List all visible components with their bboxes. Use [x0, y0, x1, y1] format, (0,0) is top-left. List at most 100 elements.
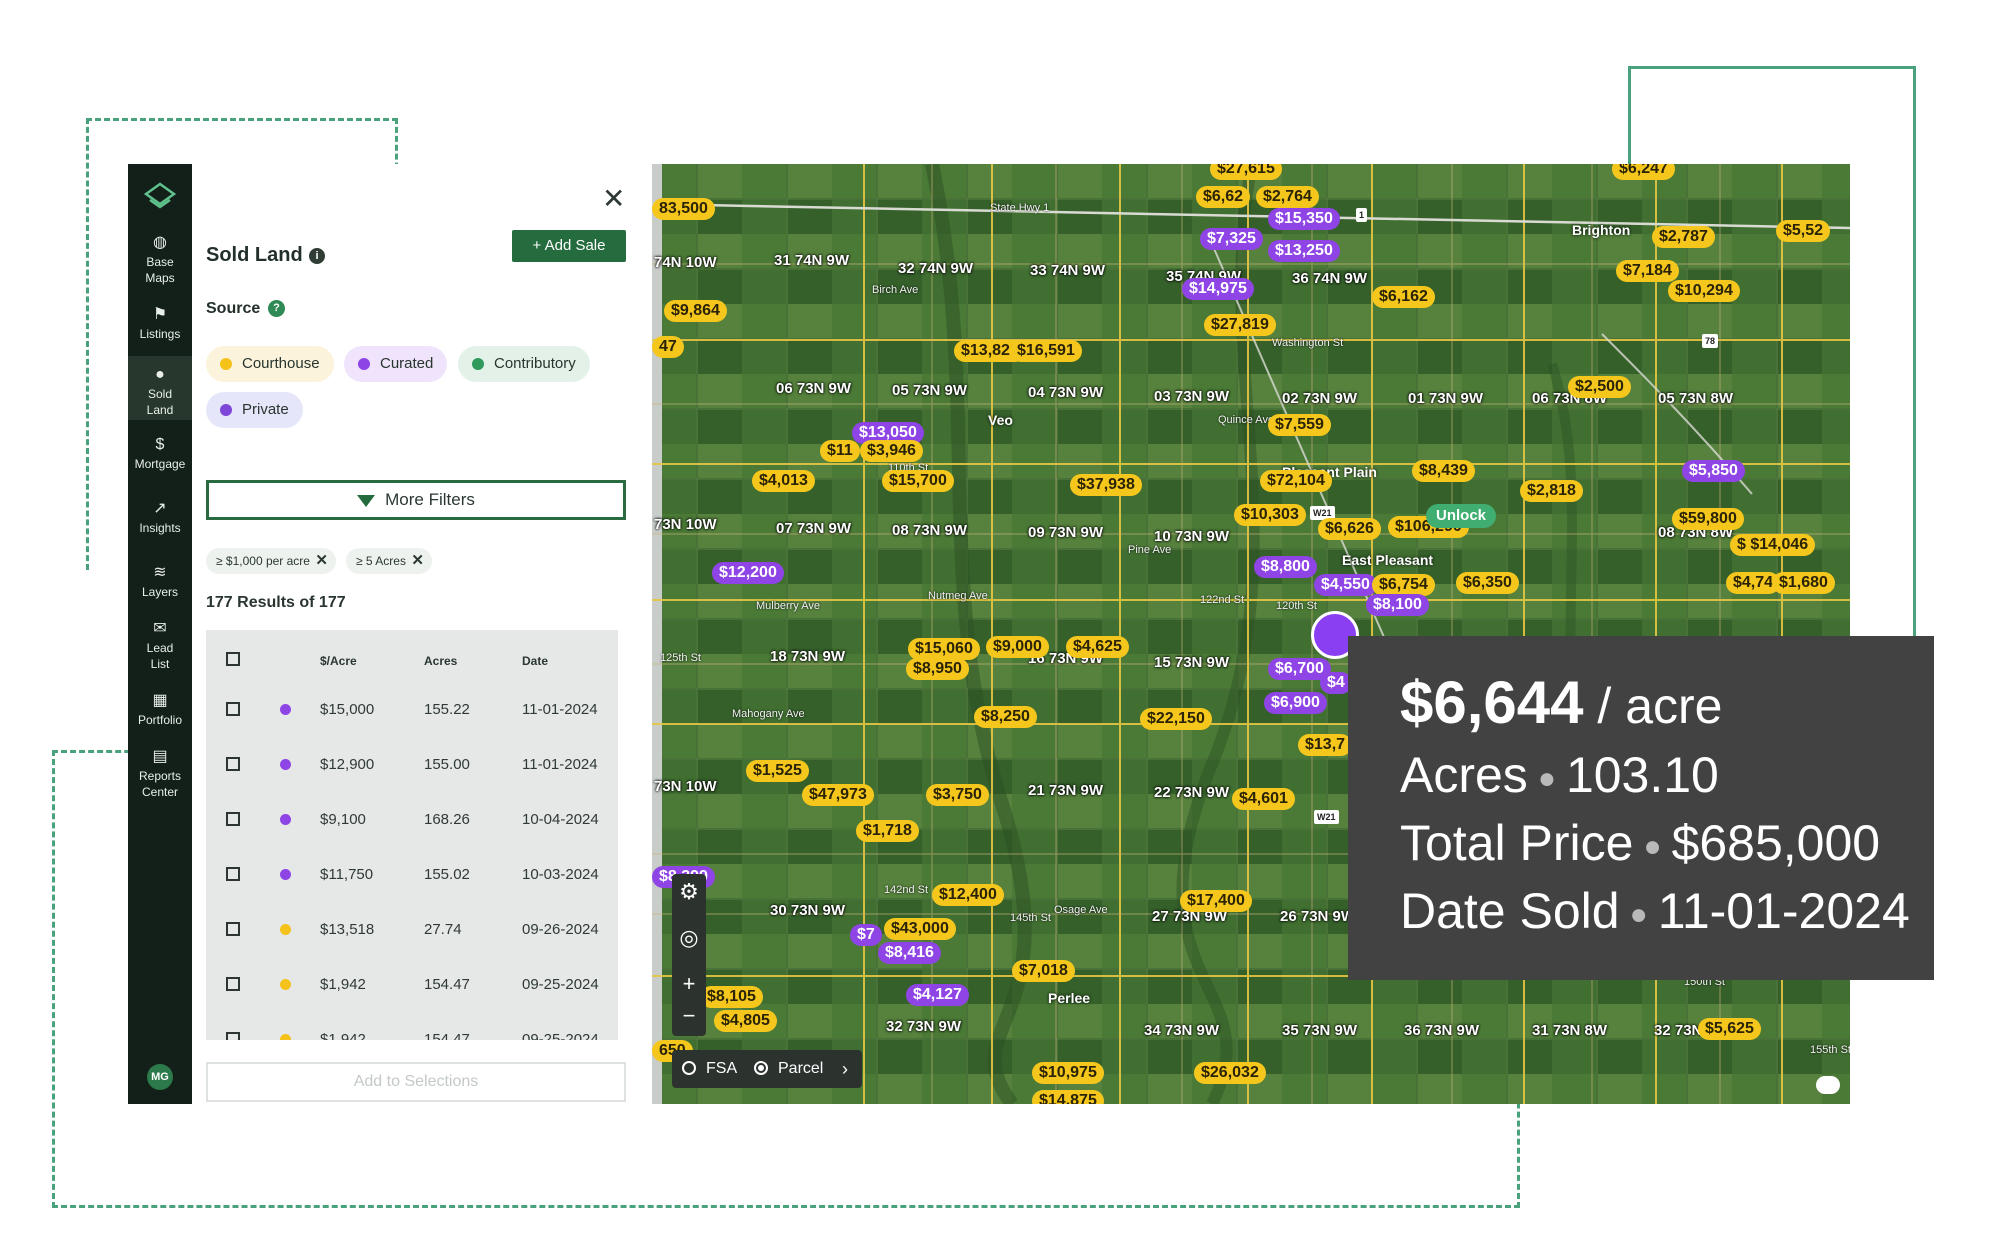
- sale-price-marker[interactable]: $8,416: [878, 942, 941, 964]
- source-chip-courthouse[interactable]: Courthouse: [206, 346, 334, 382]
- table-row[interactable]: $15,000 155.22 11-01-2024: [206, 702, 618, 757]
- chat-icon[interactable]: [1816, 1076, 1840, 1094]
- sale-price-marker[interactable]: $3,946: [860, 440, 923, 462]
- sale-price-marker[interactable]: $6,162: [1372, 286, 1435, 308]
- sale-price-marker[interactable]: $6,626: [1318, 518, 1381, 540]
- sale-price-marker[interactable]: $14,975: [1182, 278, 1254, 300]
- sale-price-marker[interactable]: $12,400: [932, 884, 1004, 906]
- settings-icon[interactable]: ⚙: [672, 876, 706, 908]
- table-row[interactable]: $12,900 155.00 11-01-2024: [206, 757, 618, 812]
- sale-price-marker[interactable]: $27,615: [1210, 164, 1282, 180]
- sale-price-marker[interactable]: $4,601: [1232, 788, 1295, 810]
- more-filters-button[interactable]: More Filters: [206, 480, 626, 520]
- nav-item-sold-land[interactable]: ● Sold Land: [128, 356, 192, 420]
- sale-price-marker[interactable]: $72,104: [1260, 470, 1332, 492]
- sale-price-marker[interactable]: $5,625: [1698, 1018, 1761, 1040]
- sale-price-marker[interactable]: $47,973: [802, 784, 874, 806]
- table-row[interactable]: $9,100 168.26 10-04-2024: [206, 812, 618, 867]
- sale-price-marker[interactable]: $7,325: [1200, 228, 1263, 250]
- sale-price-marker[interactable]: $15,700: [882, 470, 954, 492]
- table-row[interactable]: $1,942 154.47 09-25-2024: [206, 1032, 618, 1040]
- nav-item-portfolio[interactable]: ▦ Portfolio: [128, 690, 192, 734]
- sale-price-marker[interactable]: $6,350: [1456, 572, 1519, 594]
- sale-price-marker[interactable]: $26,032: [1194, 1062, 1266, 1084]
- sale-price-marker[interactable]: $12,200: [712, 562, 784, 584]
- sale-price-marker[interactable]: $15,350: [1268, 208, 1340, 230]
- row-checkbox[interactable]: [226, 1032, 240, 1040]
- sale-price-marker[interactable]: $1,680: [1772, 572, 1835, 594]
- sale-price-marker[interactable]: $10,975: [1032, 1062, 1104, 1084]
- sale-price-marker[interactable]: $8,100: [1366, 594, 1429, 616]
- nav-item-mortgage[interactable]: $ Mortgage: [128, 434, 192, 478]
- table-row[interactable]: $13,518 27.74 09-26-2024: [206, 922, 618, 977]
- row-checkbox[interactable]: [226, 757, 240, 771]
- fsa-radio[interactable]: [682, 1061, 696, 1075]
- sale-price-marker[interactable]: $8,250: [974, 706, 1037, 728]
- sale-price-marker[interactable]: $10,303: [1234, 504, 1306, 526]
- sale-price-marker[interactable]: $ $14,046: [1730, 534, 1816, 556]
- row-checkbox[interactable]: [226, 702, 240, 716]
- sale-price-marker[interactable]: $22,150: [1140, 708, 1212, 730]
- chevron-right-icon[interactable]: ›: [842, 1050, 848, 1088]
- sale-price-marker[interactable]: $2,787: [1652, 226, 1715, 248]
- nav-item-insights[interactable]: ↗ Insights: [128, 498, 192, 542]
- sale-price-marker[interactable]: $37,938: [1070, 474, 1142, 496]
- sale-price-marker[interactable]: $15,060: [908, 638, 980, 660]
- sale-price-marker[interactable]: $6,900: [1264, 692, 1327, 714]
- sale-price-marker[interactable]: $8,105: [700, 986, 763, 1008]
- nav-item-layers[interactable]: ≋ Layers: [128, 562, 192, 606]
- sale-price-marker[interactable]: $11: [820, 440, 860, 462]
- sale-price-marker[interactable]: $7,018: [1012, 960, 1075, 982]
- sale-price-marker[interactable]: $17,400: [1180, 890, 1252, 912]
- zoom-out-button[interactable]: −: [672, 1000, 706, 1032]
- add-sale-button[interactable]: + Add Sale: [512, 230, 626, 262]
- unlock-badge[interactable]: Unlock: [1426, 504, 1497, 528]
- sale-price-marker[interactable]: $13,250: [1268, 240, 1340, 262]
- sale-price-marker[interactable]: $1,525: [746, 760, 809, 782]
- source-chip-private[interactable]: Private: [206, 392, 303, 428]
- remove-tag-icon[interactable]: ✕: [411, 548, 424, 574]
- sale-price-marker[interactable]: $4,550: [1314, 574, 1377, 596]
- avatar[interactable]: MG: [147, 1064, 173, 1090]
- nav-item-listings[interactable]: ⚑ Listings: [128, 304, 192, 346]
- sale-price-marker[interactable]: $2,818: [1520, 480, 1583, 502]
- sale-price-marker[interactable]: 47: [652, 336, 684, 358]
- column-header-acres[interactable]: Acres: [424, 654, 457, 668]
- table-row[interactable]: $1,942 154.47 09-25-2024: [206, 977, 618, 1032]
- row-checkbox[interactable]: [226, 867, 240, 881]
- sale-price-marker[interactable]: $4,127: [906, 984, 969, 1006]
- info-icon[interactable]: i: [309, 248, 325, 264]
- column-header-date[interactable]: Date: [522, 654, 548, 668]
- remove-tag-icon[interactable]: ✕: [315, 548, 328, 574]
- column-header-price[interactable]: $/Acre: [320, 654, 357, 668]
- sale-price-marker[interactable]: $3,750: [926, 784, 989, 806]
- sale-price-marker[interactable]: 83,500: [652, 198, 715, 220]
- sale-price-marker[interactable]: $8,950: [906, 658, 969, 680]
- sale-price-marker[interactable]: $5,850: [1682, 460, 1745, 482]
- add-to-selections-button[interactable]: Add to Selections: [206, 1062, 626, 1102]
- sale-price-marker[interactable]: $5,52: [1776, 220, 1831, 242]
- sale-price-marker[interactable]: $6,754: [1372, 574, 1435, 596]
- row-checkbox[interactable]: [226, 977, 240, 991]
- source-chip-curated[interactable]: Curated: [344, 346, 448, 382]
- nav-item-base-maps[interactable]: ◍ Base Maps: [128, 232, 192, 288]
- zoom-in-button[interactable]: +: [672, 968, 706, 1000]
- sale-price-marker[interactable]: $14,875: [1032, 1090, 1104, 1104]
- locate-icon[interactable]: ◎: [672, 922, 706, 954]
- sale-price-marker[interactable]: $7: [850, 924, 882, 946]
- nav-item-reports-center[interactable]: ▤ Reports Center: [128, 746, 192, 802]
- parcel-radio[interactable]: [754, 1061, 768, 1075]
- sale-price-marker[interactable]: $59,800: [1672, 508, 1744, 530]
- sale-price-marker[interactable]: $1,718: [856, 820, 919, 842]
- sale-price-marker[interactable]: $9,000: [986, 636, 1049, 658]
- source-chip-contributory[interactable]: Contributory: [458, 346, 590, 382]
- sale-price-marker[interactable]: $2,500: [1568, 376, 1631, 398]
- help-icon[interactable]: ?: [268, 300, 285, 317]
- sale-price-marker[interactable]: $43,000: [884, 918, 956, 940]
- sale-price-marker[interactable]: $10,294: [1668, 280, 1740, 302]
- sale-price-marker[interactable]: $6,62: [1196, 186, 1251, 208]
- sale-price-marker[interactable]: $4,805: [714, 1010, 777, 1032]
- sale-price-marker[interactable]: $6,247: [1612, 164, 1675, 180]
- row-checkbox[interactable]: [226, 812, 240, 826]
- sale-price-marker[interactable]: $2,764: [1256, 186, 1319, 208]
